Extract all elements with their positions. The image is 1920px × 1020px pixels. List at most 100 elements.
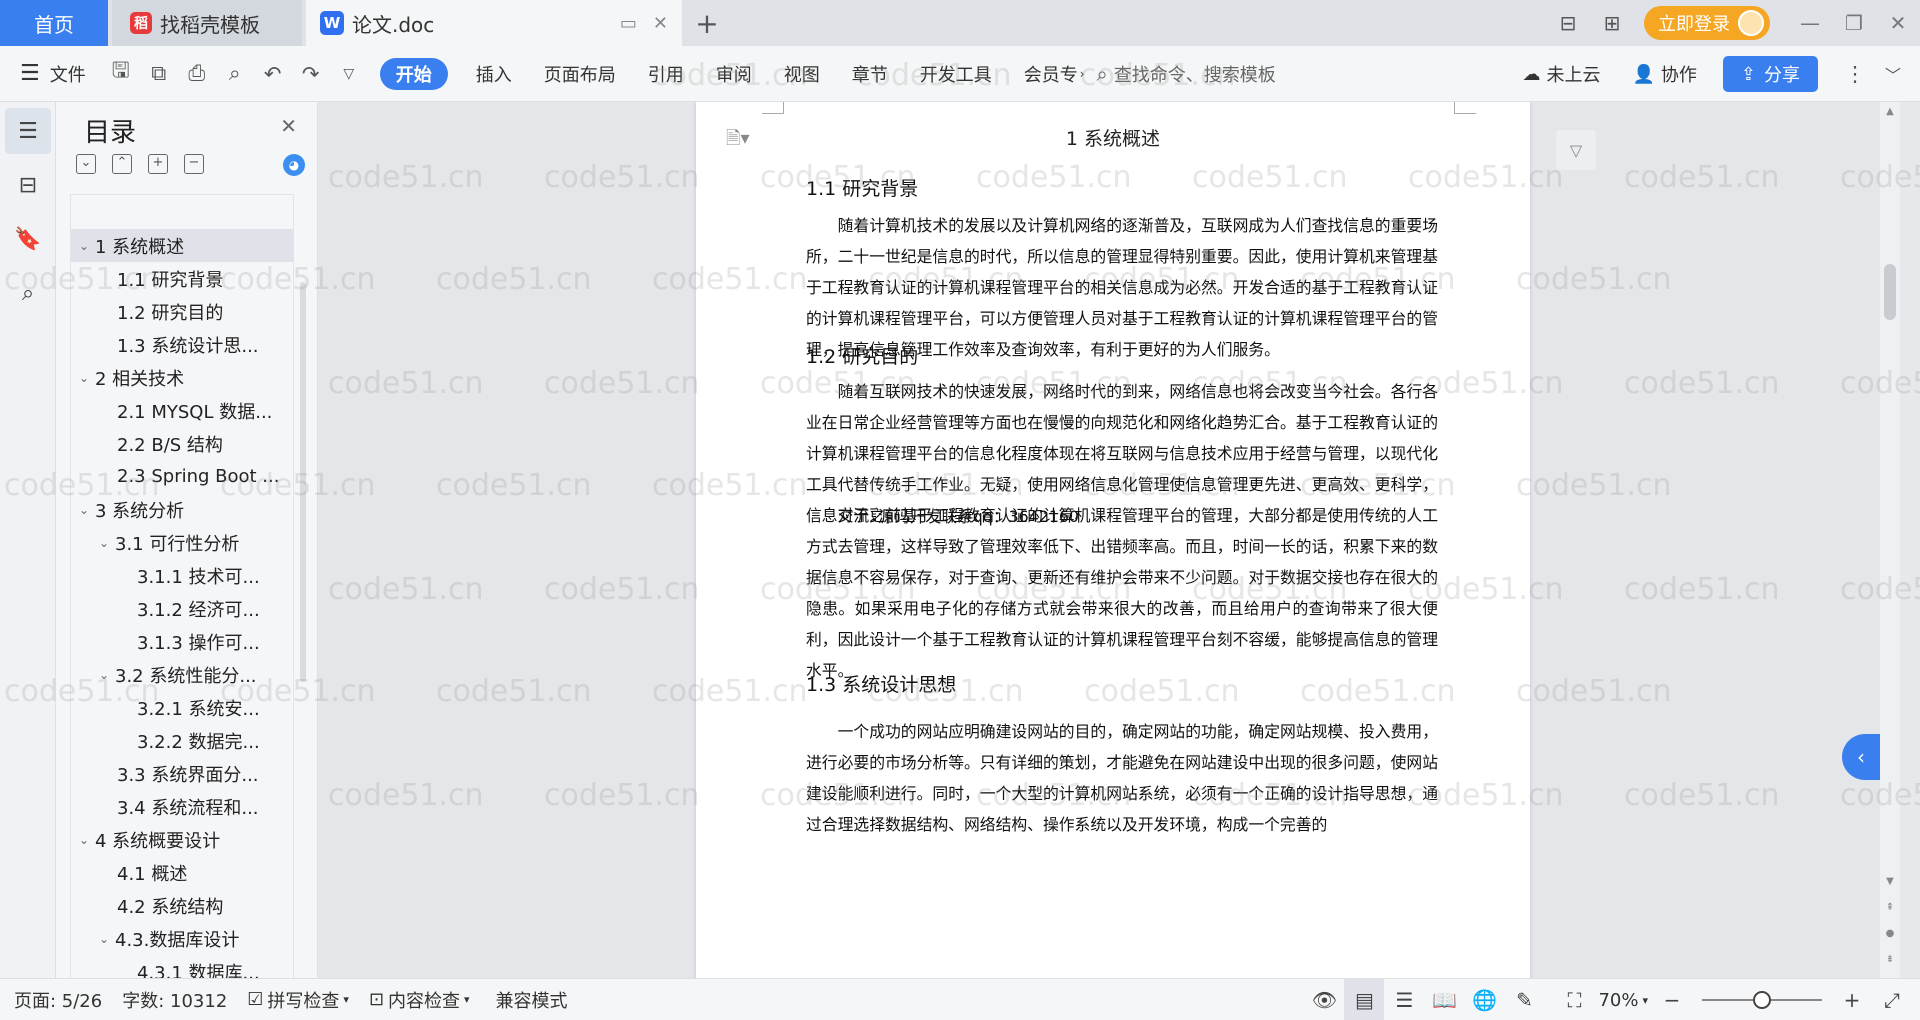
- float-window-icon[interactable]: ▭: [620, 13, 637, 34]
- print-preview-icon[interactable]: ⌕: [216, 46, 254, 102]
- zoom-slider-handle[interactable]: [1753, 991, 1771, 1009]
- toc-item[interactable]: 4.3.1 数据库...: [71, 955, 293, 979]
- save-icon[interactable]: 🖫: [102, 46, 140, 102]
- tab-references[interactable]: 引用: [632, 46, 700, 102]
- collaborate-button[interactable]: 👤 协作: [1616, 46, 1712, 102]
- toc-item[interactable]: 4.2 系统结构: [71, 889, 293, 922]
- undo-icon[interactable]: ↶: [254, 46, 292, 102]
- toc-item[interactable]: ⌄ 3.1 可行性分析: [71, 526, 293, 559]
- toc-item[interactable]: ⌄ 4.3.数据库设计: [71, 922, 293, 955]
- outline-view-icon[interactable]: ☰: [1384, 979, 1424, 1020]
- reading-view-icon[interactable]: 📖: [1424, 979, 1464, 1020]
- collapse-ribbon-icon[interactable]: ﹀: [1874, 46, 1912, 102]
- spell-check-button[interactable]: ☑ 拼写检查 ▾: [237, 987, 359, 1013]
- page-view-icon[interactable]: ▤: [1344, 979, 1385, 1020]
- close-icon[interactable]: ✕: [280, 114, 297, 138]
- side-panel-expand-icon[interactable]: ‹: [1842, 734, 1880, 780]
- toc-item[interactable]: ⌄ 4 系统概要设计: [71, 823, 293, 856]
- layout-switch-icon[interactable]: ⊟: [1546, 0, 1590, 46]
- toc-item[interactable]: 2.3 Spring Boot ...: [71, 460, 293, 493]
- customize-toolbar-icon[interactable]: ▽: [330, 46, 368, 102]
- expand-all-icon[interactable]: ⌄: [76, 154, 96, 174]
- prev-page-icon[interactable]: ⇞: [1880, 902, 1900, 913]
- chevron-down-icon[interactable]: ⌄: [75, 833, 93, 847]
- toc-item[interactable]: 3.1.2 经济可...: [71, 592, 293, 625]
- fit-page-icon[interactable]: ⛶: [1554, 979, 1594, 1020]
- find-icon[interactable]: ⌕: [5, 270, 51, 316]
- scroll-thumb[interactable]: [1884, 264, 1896, 320]
- command-search[interactable]: ⌕ 查找命令、搜索模板: [1089, 61, 1290, 87]
- tab-section[interactable]: 章节: [836, 46, 904, 102]
- cloud-status[interactable]: ☁ 未上云: [1506, 46, 1616, 102]
- document-tab[interactable]: W 论文.doc ▭ ✕: [306, 0, 682, 46]
- chevron-down-icon[interactable]: ⌄: [75, 239, 93, 253]
- tab-page-layout[interactable]: 页面布局: [528, 46, 632, 102]
- toc-item[interactable]: ⌄ 1 系统概述: [71, 229, 293, 262]
- toc-item[interactable]: 3.3 系统界面分...: [71, 757, 293, 790]
- toc-scrollbar[interactable]: [300, 282, 306, 682]
- toc-item[interactable]: 3.4 系统流程和...: [71, 790, 293, 823]
- collapse-all-icon[interactable]: ⌃: [112, 154, 132, 174]
- toc-item[interactable]: ⌄ 3 系统分析: [71, 493, 293, 526]
- new-tab-button[interactable]: +: [692, 0, 722, 46]
- file-menu[interactable]: ☰ 文件: [0, 46, 102, 102]
- chevron-down-icon[interactable]: ⌄: [95, 668, 113, 682]
- toc-item[interactable]: 4.1 概述: [71, 856, 293, 889]
- redo-icon[interactable]: ↷: [292, 46, 330, 102]
- toc-item[interactable]: 2.2 B/S 结构: [71, 427, 293, 460]
- window-close-icon[interactable]: ✕: [1876, 0, 1920, 46]
- fullscreen-icon[interactable]: ⤢: [1872, 979, 1912, 1020]
- zoom-slider[interactable]: [1702, 991, 1822, 1009]
- remove-heading-icon[interactable]: −: [184, 154, 204, 174]
- more-tabs-chevron-icon[interactable]: ›: [1080, 67, 1085, 81]
- zoom-out-icon[interactable]: −: [1652, 979, 1692, 1020]
- chapter-nav-icon[interactable]: ⊟: [5, 162, 51, 208]
- restore-icon[interactable]: ❐: [1832, 0, 1876, 46]
- toc-panel-icon[interactable]: ☰: [5, 108, 51, 154]
- vertical-scrollbar[interactable]: ▲ ▼ ⇞ ● ⇟: [1880, 102, 1900, 978]
- select-browse-icon[interactable]: ●: [1880, 928, 1900, 939]
- page-counter[interactable]: 页面: 5/26: [0, 987, 112, 1013]
- toc-item[interactable]: ⌄ 2 相关技术: [71, 361, 293, 394]
- eye-protection-icon[interactable]: 👁: [1304, 979, 1344, 1020]
- scroll-up-icon[interactable]: ▲: [1880, 106, 1900, 117]
- document-area[interactable]: 🗎▾ 1 系统概述 1.1 研究背景 随着计算机技术的发展以及计算机网络的逐渐普…: [318, 102, 1900, 978]
- toc-item[interactable]: ⌄ 3.2 系统性能分...: [71, 658, 293, 691]
- add-heading-icon[interactable]: +: [148, 154, 168, 174]
- bookmark-icon[interactable]: 🔖: [5, 216, 51, 262]
- smart-toc-icon[interactable]: ◕: [283, 154, 305, 176]
- toc-item[interactable]: 1.3 系统设计思...: [71, 328, 293, 361]
- document-page[interactable]: 🗎▾ 1 系统概述 1.1 研究背景 随着计算机技术的发展以及计算机网络的逐渐普…: [696, 102, 1530, 978]
- tab-view[interactable]: 视图: [768, 46, 836, 102]
- chevron-down-icon[interactable]: ⌄: [95, 536, 113, 550]
- web-view-icon[interactable]: 🌐: [1464, 979, 1504, 1020]
- more-options-icon[interactable]: ⋮: [1836, 46, 1874, 102]
- template-tab[interactable]: 稻 找稻壳模板: [112, 0, 302, 46]
- word-count[interactable]: 字数: 10312: [112, 987, 237, 1013]
- chevron-down-icon[interactable]: ⌄: [75, 503, 93, 517]
- toc-item[interactable]: 3.2.2 数据完...: [71, 724, 293, 757]
- tab-review[interactable]: 审阅: [700, 46, 768, 102]
- home-tab[interactable]: 首页: [0, 0, 108, 46]
- tab-insert[interactable]: 插入: [460, 46, 528, 102]
- toc-item[interactable]: 3.1.3 操作可...: [71, 625, 293, 658]
- print-icon[interactable]: ⎙: [178, 46, 216, 102]
- minimize-icon[interactable]: —: [1788, 0, 1832, 46]
- chevron-down-icon[interactable]: ⌄: [95, 932, 113, 946]
- next-page-icon[interactable]: ⇟: [1880, 954, 1900, 965]
- toc-item[interactable]: 3.1.1 技术可...: [71, 559, 293, 592]
- share-button[interactable]: ⇪ 分享: [1722, 56, 1818, 92]
- content-check-button[interactable]: ⊡ 内容检查 ▾: [359, 987, 480, 1013]
- write-mode-icon[interactable]: ✎: [1504, 979, 1544, 1020]
- export-pdf-icon[interactable]: ⧉: [140, 46, 178, 102]
- scroll-down-icon[interactable]: ▼: [1880, 876, 1900, 887]
- tab-developer[interactable]: 开发工具: [904, 46, 1008, 102]
- toc-item[interactable]: 2.1 MYSQL 数据...: [71, 394, 293, 427]
- login-button[interactable]: 立即登录: [1644, 6, 1770, 40]
- chevron-down-icon[interactable]: ⌄: [75, 371, 93, 385]
- toc-item[interactable]: 1.2 研究目的: [71, 295, 293, 328]
- zoom-in-icon[interactable]: +: [1832, 979, 1872, 1020]
- zoom-level[interactable]: 70% ▾: [1594, 990, 1652, 1011]
- close-tab-icon[interactable]: ✕: [653, 13, 668, 34]
- toc-item[interactable]: 1.1 研究背景: [71, 262, 293, 295]
